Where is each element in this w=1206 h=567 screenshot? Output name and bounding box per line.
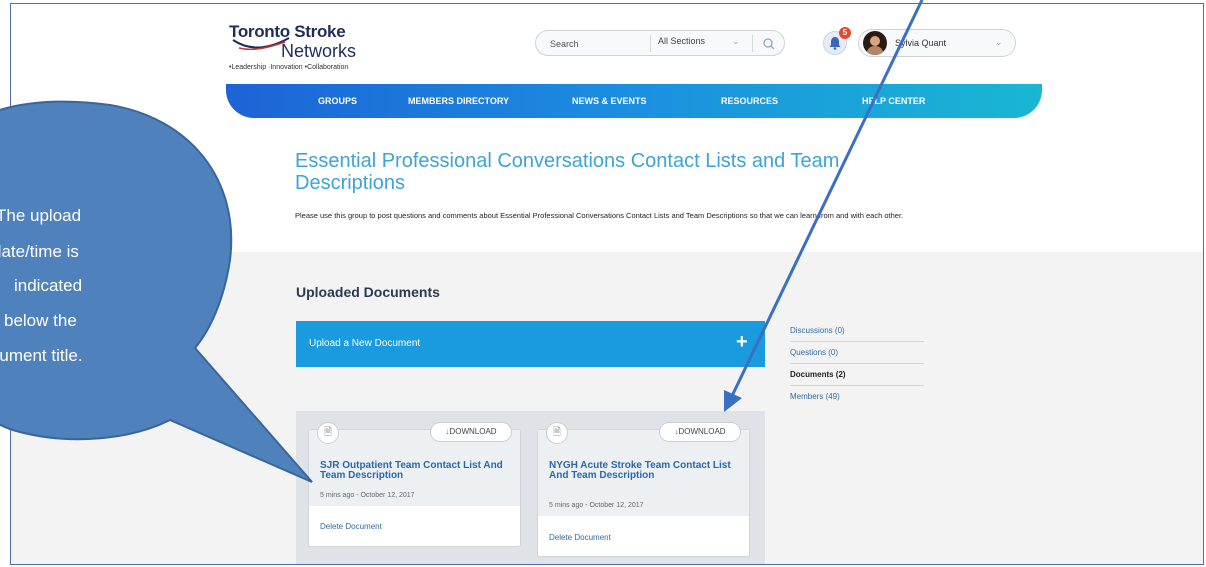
- page-description: Please use this group to post questions …: [295, 211, 904, 220]
- side-nav-discussions[interactable]: Discussions (0): [790, 320, 924, 342]
- user-name: Sylvia Quant: [895, 38, 947, 48]
- search-divider: [752, 35, 753, 52]
- search-divider: [650, 35, 651, 52]
- document-date: 5 mins ago - October 12, 2017: [320, 492, 415, 499]
- plus-icon: +: [736, 331, 748, 353]
- side-nav-questions[interactable]: Questions (0): [790, 342, 924, 364]
- delete-document-link[interactable]: Delete Document: [320, 522, 382, 531]
- nav-item-news-events[interactable]: NEWS & EVENTS: [572, 96, 647, 106]
- nav-item-groups[interactable]: GROUPS: [318, 96, 357, 106]
- main-nav: GROUPS MEMBERS DIRECTORY NEWS & EVENTS R…: [226, 84, 1042, 118]
- callout-line: date/time is: [0, 242, 79, 261]
- logo-tagline: •Leadership ·Innovation •Collaboration: [229, 64, 349, 71]
- document-card: 🗎 ↓DOWNLOAD NYGH Acute Stroke Team Conta…: [537, 422, 750, 557]
- search-input[interactable]: [550, 36, 640, 52]
- document-title[interactable]: SJR Outpatient Team Contact List And Tea…: [320, 461, 510, 481]
- section-heading: Uploaded Documents: [296, 284, 440, 300]
- nav-item-help-center[interactable]: HELP CENTER: [862, 96, 925, 106]
- document-card-header: 🗎 ↓DOWNLOAD NYGH Acute Stroke Team Conta…: [538, 422, 749, 516]
- file-icon: 🗎: [546, 422, 568, 444]
- document-card: 🗎 ↓DOWNLOAD SJR Outpatient Team Contact …: [308, 422, 521, 547]
- download-button[interactable]: ↓DOWNLOAD: [430, 422, 512, 442]
- document-date: 5 mins ago - October 12, 2017: [549, 502, 644, 509]
- download-button[interactable]: ↓DOWNLOAD: [659, 422, 741, 442]
- chevron-down-icon[interactable]: ⌄: [732, 36, 740, 47]
- page-title: Essential Professional Conversations Con…: [295, 150, 840, 194]
- documents-panel: 🗎 ↓DOWNLOAD SJR Outpatient Team Contact …: [296, 411, 765, 564]
- browser-frame: Toronto Stroke Networks •Leadership ·Inn…: [10, 3, 1204, 565]
- group-side-nav: Discussions (0) Questions (0) Documents …: [790, 320, 924, 408]
- upload-document-button[interactable]: Upload a New Document +: [296, 321, 765, 367]
- logo-subtitle: Networks: [281, 41, 357, 61]
- upload-label: Upload a New Document: [309, 338, 421, 349]
- file-icon: 🗎: [317, 422, 339, 444]
- callout-line: indicated: [14, 276, 83, 295]
- search-bar: All Sections ⌄: [535, 30, 785, 56]
- download-label: DOWNLOAD: [678, 427, 726, 436]
- section-select[interactable]: All Sections: [658, 36, 705, 46]
- callout-line: below the: [4, 311, 77, 330]
- user-menu[interactable]: Sylvia Quant ⌄: [858, 29, 1016, 57]
- delete-document-link[interactable]: Delete Document: [549, 533, 611, 542]
- side-nav-members[interactable]: Members (49): [790, 386, 924, 408]
- notification-badge: 5: [839, 27, 851, 39]
- site-logo[interactable]: Toronto Stroke Networks •Leadership ·Inn…: [229, 22, 389, 74]
- download-label: DOWNLOAD: [449, 427, 497, 436]
- nav-item-members-directory[interactable]: MEMBERS DIRECTORY: [408, 96, 509, 106]
- document-title[interactable]: NYGH Acute Stroke Team Contact List And …: [549, 461, 739, 481]
- nav-item-resources[interactable]: RESOURCES: [721, 96, 778, 106]
- callout-line: The upload: [0, 206, 82, 225]
- chevron-down-icon[interactable]: ⌄: [995, 37, 1003, 48]
- callout-line: document title.: [0, 346, 83, 365]
- side-nav-documents[interactable]: Documents (2): [790, 364, 924, 386]
- search-icon[interactable]: [760, 35, 778, 53]
- avatar: [863, 31, 887, 55]
- document-card-header: 🗎 ↓DOWNLOAD SJR Outpatient Team Contact …: [309, 422, 520, 506]
